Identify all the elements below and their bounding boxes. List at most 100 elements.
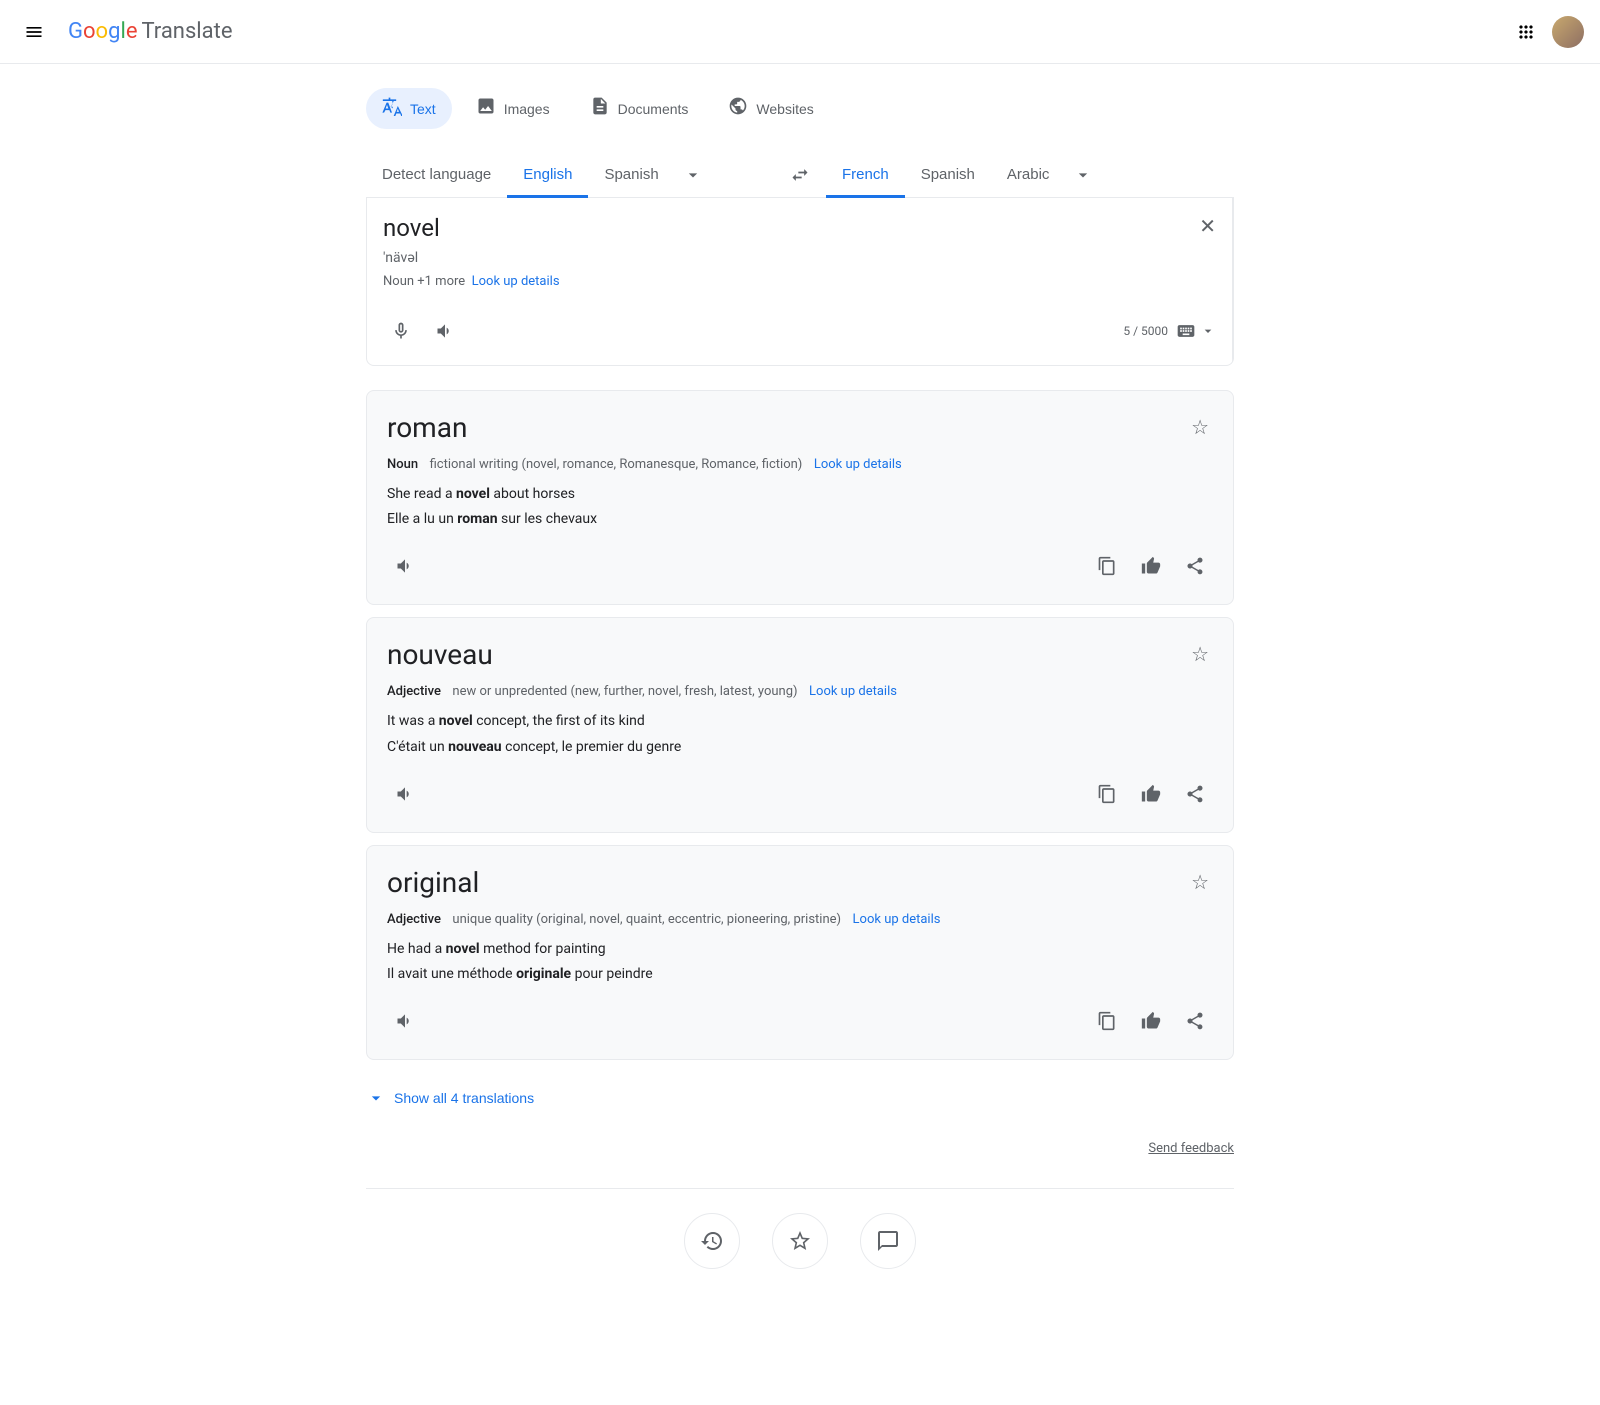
source-more-langs-btn[interactable] — [675, 153, 711, 197]
tab-images-label: Images — [504, 101, 550, 117]
tab-text-label: Text — [410, 101, 436, 117]
source-meta-label: Noun +1 more — [383, 274, 465, 289]
tab-documents[interactable]: Documents — [574, 88, 705, 129]
translation-card-1: ☆ nouveau Adjective new or unpredented (… — [366, 617, 1234, 832]
menu-button[interactable] — [16, 14, 52, 50]
target-arabic-btn[interactable]: Arabic — [991, 154, 1066, 198]
source-actions-left — [383, 313, 463, 349]
clear-button[interactable]: ✕ — [1195, 210, 1220, 243]
detect-language-btn[interactable]: Detect language — [366, 154, 507, 198]
source-english-btn[interactable]: English — [507, 154, 588, 198]
chevron-down-icon-2 — [1073, 165, 1093, 185]
star-icon — [788, 1229, 812, 1253]
community-icon — [876, 1229, 900, 1253]
images-icon — [476, 96, 496, 121]
phonetic-text: 'nävəl — [383, 250, 1216, 266]
star-button-2[interactable]: ☆ — [1187, 866, 1213, 899]
swap-languages-btn[interactable] — [774, 153, 826, 197]
tab-text[interactable]: Text — [366, 88, 452, 129]
source-spanish-btn[interactable]: Spanish — [588, 154, 674, 198]
thumbsup-icon-1 — [1141, 784, 1161, 804]
translation-lookup-1[interactable]: Look up details — [809, 684, 897, 699]
translate-container: novel 'nävəl Noun +1 more Look up detail… — [366, 198, 1234, 366]
microphone-button[interactable] — [383, 313, 419, 349]
target-more-langs-btn[interactable] — [1065, 153, 1101, 197]
translation-word-0: roman — [387, 411, 1213, 444]
expand-icon — [366, 1088, 386, 1108]
translation-pos-1: Adjective — [387, 684, 441, 699]
target-spanish-btn[interactable]: Spanish — [905, 154, 991, 198]
app-header: Google Translate — [0, 0, 1600, 64]
send-feedback-link[interactable]: Send feedback — [1148, 1141, 1234, 1156]
show-all-button[interactable]: Show all 4 translations — [366, 1072, 534, 1124]
speaker-button-0[interactable] — [387, 548, 423, 584]
microphone-icon — [391, 321, 411, 341]
speaker-icon-1 — [395, 784, 415, 804]
speaker-button[interactable] — [427, 313, 463, 349]
mode-tabs: Text Images Documents Websites — [366, 88, 1234, 129]
chevron-down-icon — [683, 165, 703, 185]
apps-button[interactable] — [1508, 14, 1544, 50]
translation-card-2: ☆ original Adjective unique quality (ori… — [366, 845, 1234, 1060]
copy-button-1[interactable] — [1089, 776, 1125, 812]
source-actions: 5 / 5000 — [383, 305, 1216, 349]
speaker-icon-0 — [395, 556, 415, 576]
thumbsup-icon-0 — [1141, 556, 1161, 576]
copy-icon-0 — [1097, 556, 1117, 576]
chevron-down-icon-3 — [1200, 323, 1216, 339]
translation-examples-0: She read a novel about horses Elle a lu … — [387, 482, 1213, 532]
avatar[interactable] — [1552, 16, 1584, 48]
translation-lookup-0[interactable]: Look up details — [814, 457, 902, 472]
translation-actions-right-0 — [1089, 548, 1213, 584]
feedback-row: Send feedback — [366, 1132, 1234, 1180]
keyboard-button[interactable] — [1176, 321, 1216, 341]
speaker-button-2[interactable] — [387, 1003, 423, 1039]
translation-actions-right-2 — [1089, 1003, 1213, 1039]
translation-def-0: fictional writing (novel, romance, Roman… — [430, 457, 803, 472]
community-button[interactable] — [860, 1213, 916, 1269]
hamburger-icon — [24, 22, 44, 42]
translation-actions-1 — [387, 776, 1213, 812]
saved-button[interactable] — [772, 1213, 828, 1269]
thumbsup-button-1[interactable] — [1133, 776, 1169, 812]
copy-button-2[interactable] — [1089, 1003, 1125, 1039]
source-lang-bar: Detect language English Spanish — [366, 153, 774, 197]
share-button-2[interactable] — [1177, 1003, 1213, 1039]
lookup-link[interactable]: Look up details — [472, 274, 560, 289]
source-meta: Noun +1 more Look up details — [383, 274, 1216, 289]
logo-translate-text: Translate — [141, 19, 232, 44]
tab-images[interactable]: Images — [460, 88, 566, 129]
documents-icon — [590, 96, 610, 121]
speaker-icon-2 — [395, 1011, 415, 1031]
history-button[interactable] — [684, 1213, 740, 1269]
main-content: Text Images Documents Websites Detect la… — [350, 64, 1250, 1317]
translation-pos-2: Adjective — [387, 912, 441, 927]
copy-button-0[interactable] — [1089, 548, 1125, 584]
star-button-0[interactable]: ☆ — [1187, 411, 1213, 444]
target-french-btn[interactable]: French — [826, 154, 905, 198]
speaker-button-1[interactable] — [387, 776, 423, 812]
logo-link[interactable]: Google Translate — [68, 19, 232, 44]
thumbsup-icon-2 — [1141, 1011, 1161, 1031]
share-button-1[interactable] — [1177, 776, 1213, 812]
speaker-icon — [435, 321, 455, 341]
bottom-icons — [366, 1188, 1234, 1293]
thumbsup-button-2[interactable] — [1133, 1003, 1169, 1039]
translation-meta-1: Adjective new or unpredented (new, furth… — [387, 683, 1213, 699]
translation-actions-0 — [387, 548, 1213, 584]
translation-pos-0: Noun — [387, 457, 418, 472]
keyboard-icon — [1176, 321, 1196, 341]
swap-icon — [790, 165, 810, 185]
share-button-0[interactable] — [1177, 548, 1213, 584]
text-translate-icon — [382, 96, 402, 121]
header-right — [1508, 14, 1584, 50]
char-count-text: 5 / 5000 — [1123, 324, 1168, 338]
translation-def-1: new or unpredented (new, further, novel,… — [452, 684, 797, 699]
translation-meta-0: Noun fictional writing (novel, romance, … — [387, 456, 1213, 472]
thumbsup-button-0[interactable] — [1133, 548, 1169, 584]
header-left: Google Translate — [16, 14, 232, 50]
translation-word-2: original — [387, 866, 1213, 899]
translation-lookup-2[interactable]: Look up details — [853, 912, 941, 927]
tab-websites[interactable]: Websites — [712, 88, 829, 129]
translation-word-1: nouveau — [387, 638, 1213, 671]
